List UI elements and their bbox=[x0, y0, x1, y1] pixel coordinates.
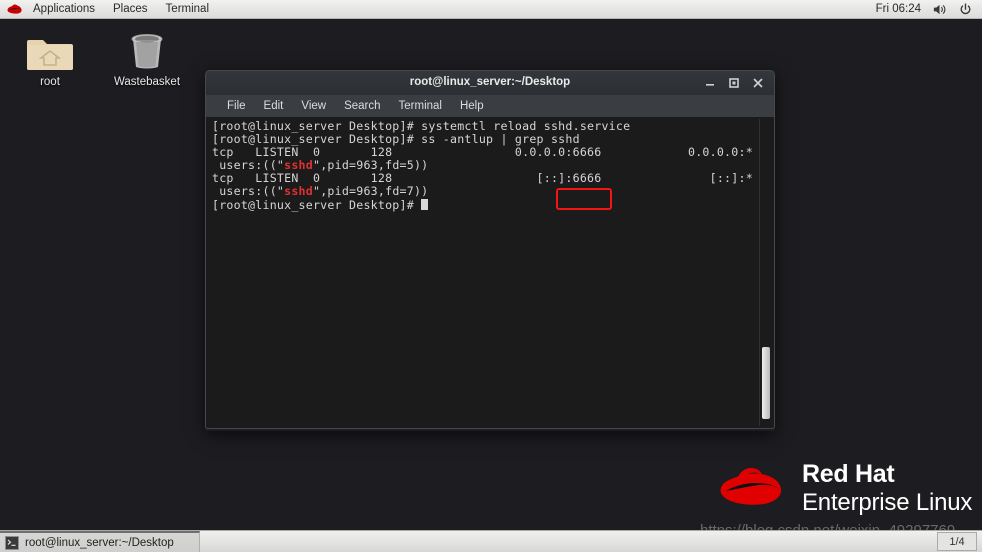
terminal-menubar: File Edit View Search Terminal Help bbox=[205, 95, 775, 117]
terminal-scrollbar-thumb[interactable] bbox=[762, 347, 770, 419]
terminal-cursor bbox=[421, 198, 429, 210]
terminal-output: [root@linux_server Desktop]# systemctl r… bbox=[212, 119, 753, 212]
desktop-icon-label: root bbox=[40, 76, 60, 88]
terminal-title: root@linux_server:~/Desktop bbox=[409, 76, 571, 88]
clock[interactable]: Fri 06:24 bbox=[876, 3, 921, 15]
terminal-text: tcp LISTEN 0 128 0.0.0.0:6666 0.0.0.0:* bbox=[212, 145, 753, 160]
terminal-text: ",pid=963,fd=7)) bbox=[312, 184, 429, 199]
taskbar-item-label: root@linux_server:~/Desktop bbox=[25, 536, 174, 549]
redhat-branding: Red Hat Enterprise Linux bbox=[716, 462, 972, 515]
menu-applications[interactable]: Applications bbox=[24, 0, 104, 19]
terminal-text: ",pid=963,fd=5)) bbox=[312, 158, 429, 173]
redhat-fedora-logo bbox=[720, 467, 782, 505]
terminal-text: [root@linux_server Desktop]# bbox=[212, 197, 422, 212]
terminal-menu-help[interactable]: Help bbox=[451, 95, 493, 117]
menu-places[interactable]: Places bbox=[104, 0, 157, 19]
terminal-text: [root@linux_server Desktop]# systemctl r… bbox=[212, 119, 631, 133]
terminal-text: [root@linux_server Desktop]# ss -antlup … bbox=[212, 132, 580, 147]
top-panel: Applications Places Terminal Fri 06:24 bbox=[0, 0, 982, 19]
bottom-panel: root@linux_server:~/Desktop 1/4 bbox=[0, 530, 982, 552]
close-button[interactable] bbox=[750, 75, 766, 91]
terminal-text: tcp LISTEN 0 128 [::]:6666 [::]:* bbox=[212, 171, 753, 186]
terminal-icon bbox=[5, 535, 19, 550]
terminal-line: [root@linux_server Desktop]# bbox=[212, 197, 752, 212]
brand-line-2: Enterprise Linux bbox=[802, 489, 973, 516]
terminal-menu-view[interactable]: View bbox=[292, 95, 335, 117]
desktop-icon-wastebasket[interactable]: Wastebasket bbox=[105, 28, 189, 88]
brand-line-1: Red Hat bbox=[802, 460, 895, 488]
terminal-text: users:((" bbox=[212, 184, 285, 199]
terminal-body[interactable]: [root@linux_server Desktop]# systemctl r… bbox=[205, 117, 775, 429]
panel-tray: Fri 06:24 bbox=[876, 2, 982, 17]
terminal-titlebar[interactable]: root@linux_server:~/Desktop bbox=[205, 70, 775, 95]
highlighted-process-name: sshd bbox=[284, 184, 313, 199]
highlighted-process-name: sshd bbox=[284, 158, 313, 173]
menu-terminal[interactable]: Terminal bbox=[157, 0, 218, 19]
terminal-menu-edit[interactable]: Edit bbox=[255, 95, 293, 117]
terminal-scrollbar[interactable] bbox=[759, 119, 772, 426]
terminal-menu-terminal[interactable]: Terminal bbox=[390, 95, 451, 117]
desktop-icon-root[interactable]: root bbox=[8, 28, 92, 88]
terminal-window: root@linux_server:~/Desktop File Edit Vi… bbox=[205, 70, 775, 431]
maximize-button[interactable] bbox=[726, 75, 742, 91]
taskbar-item-terminal[interactable]: root@linux_server:~/Desktop bbox=[0, 531, 200, 552]
workspace-switcher[interactable]: 1/4 bbox=[937, 532, 977, 551]
trash-icon bbox=[105, 28, 189, 72]
terminal-text: users:((" bbox=[212, 158, 285, 173]
desktop-icon-label: Wastebasket bbox=[113, 76, 181, 88]
power-icon[interactable] bbox=[958, 2, 973, 17]
terminal-menu-file[interactable]: File bbox=[218, 95, 255, 117]
minimize-button[interactable] bbox=[702, 75, 718, 91]
terminal-menu-search[interactable]: Search bbox=[335, 95, 389, 117]
desktop-screen: Applications Places Terminal Fri 06:24 r… bbox=[0, 0, 982, 552]
redhat-fedora-icon bbox=[6, 3, 23, 16]
home-folder-icon bbox=[8, 28, 92, 72]
volume-icon[interactable] bbox=[932, 2, 947, 17]
